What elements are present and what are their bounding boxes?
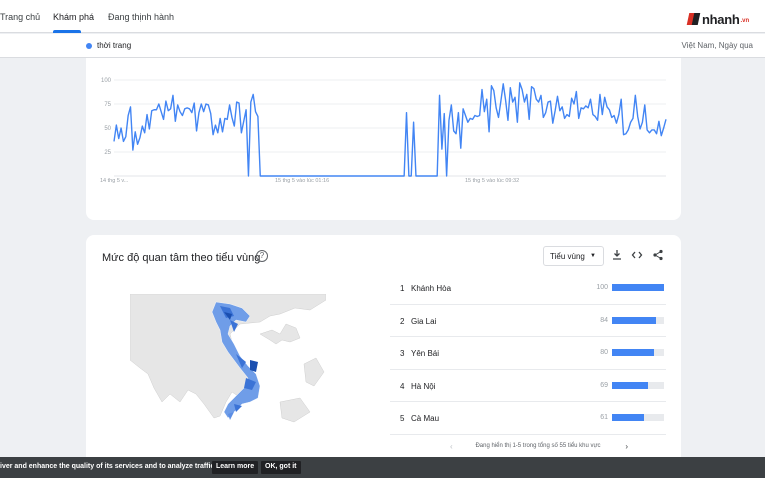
nhanh-logo[interactable]: nhanh .vn (686, 11, 750, 27)
list-item[interactable]: 3 Yên Bái 80 (390, 337, 666, 370)
cookie-banner: iver and enhance the quality of its serv… (0, 457, 765, 478)
active-tab-indicator (53, 30, 81, 33)
value-bar-track (612, 349, 664, 357)
region-name: Cà Mau (411, 414, 440, 424)
interest-by-region-card: Mức độ quan tâm theo tiểu vùng ? Tiểu vù… (86, 235, 681, 465)
region-name: Hà Nội (411, 381, 436, 391)
rank-number: 4 (400, 381, 405, 391)
logo-text: nhanh (702, 11, 740, 27)
cookie-message: iver and enhance the quality of its serv… (0, 463, 217, 470)
rank-number: 3 (400, 349, 405, 359)
x-tick-label: 15 thg 5 vào lúc 09:32 (465, 178, 519, 184)
region-ranking-list: 1 Khánh Hòa 100 2 Gia Lai 84 3 Yên Bái 8… (390, 272, 666, 435)
value-bar (612, 381, 648, 389)
series-line (113, 82, 667, 177)
list-item[interactable]: 5 Cà Mau 61 (390, 402, 666, 435)
embed-icon[interactable] (630, 249, 644, 263)
region-name: Yên Bái (411, 349, 440, 359)
ok-got-it-button[interactable]: OK, got it (261, 461, 301, 474)
resolution-select[interactable]: Tiểu vùng ▼ (543, 246, 604, 266)
line-chart: 100 75 50 25 14 thg 5 v... 15 thg 5 vào lúc … (100, 78, 667, 184)
vietnam-map (130, 294, 326, 424)
pagination-text: Đang hiển thị 1-5 trong tổng số 55 tiểu … (475, 443, 601, 449)
learn-more-button[interactable]: Learn more (212, 461, 259, 474)
region-name: Khánh Hòa (411, 284, 452, 293)
tab-trending[interactable]: Đang thịnh hành (108, 12, 174, 22)
logo-tld: .vn (740, 18, 750, 24)
share-icon[interactable] (651, 249, 665, 263)
region-name: Gia Lai (411, 316, 437, 326)
value-bar (612, 414, 644, 422)
y-tick-label: 100 (101, 78, 112, 84)
region-value: 84 (600, 316, 608, 324)
x-tick-label: 14 thg 5 v... (100, 178, 129, 184)
logo-mark-icon (686, 12, 701, 26)
value-bar (612, 349, 654, 357)
search-term[interactable]: thời trang (97, 41, 131, 50)
value-bar (612, 316, 656, 324)
y-tick-label: 50 (104, 126, 111, 132)
y-tick-label: 25 (104, 150, 111, 156)
list-item[interactable]: 1 Khánh Hòa 100 (390, 272, 666, 305)
value-bar-track (612, 381, 664, 389)
rank-number: 1 (400, 284, 405, 293)
help-icon[interactable]: ? (256, 250, 268, 262)
tab-explore[interactable]: Khám phá (53, 12, 94, 22)
download-icon[interactable] (610, 249, 624, 263)
value-bar (612, 284, 664, 291)
region-value: 100 (596, 284, 608, 291)
series-dot-icon (86, 43, 92, 49)
section-title: Mức độ quan tâm theo tiểu vùng (102, 252, 261, 264)
value-bar-track (612, 316, 664, 324)
list-item[interactable]: 2 Gia Lai 84 (390, 305, 666, 338)
rank-number: 2 (400, 316, 405, 326)
region-value: 80 (600, 349, 608, 357)
list-item[interactable]: 4 Hà Nội 69 (390, 370, 666, 403)
resolution-select-label: Tiểu vùng (550, 252, 585, 261)
region-value: 69 (600, 381, 608, 389)
value-bar-track (612, 414, 664, 422)
tab-home[interactable]: Trang chủ (0, 12, 40, 22)
region-value: 61 (600, 414, 608, 422)
pagination: ‹ Đang hiển thị 1-5 trong tổng số 55 tiể… (448, 442, 628, 451)
comparison-bar: thời trang Việt Nam, Ngày qua (0, 34, 765, 58)
top-nav: Trang chủ Khám phá Đang thịnh hành nhanh… (0, 0, 765, 33)
rank-number: 5 (400, 414, 405, 424)
prev-page-icon[interactable]: ‹ (450, 442, 453, 451)
value-bar-track (612, 284, 664, 291)
region-time-filter[interactable]: Việt Nam, Ngày qua (682, 41, 753, 50)
next-page-icon[interactable]: › (625, 442, 628, 451)
x-tick-label: 15 thg 5 vào lúc 01:16 (275, 178, 329, 184)
interest-over-time-card: 100 75 50 25 14 thg 5 v... 15 thg 5 vào lúc … (86, 58, 681, 220)
dropdown-caret-icon: ▼ (590, 253, 596, 259)
y-tick-label: 75 (104, 102, 111, 108)
